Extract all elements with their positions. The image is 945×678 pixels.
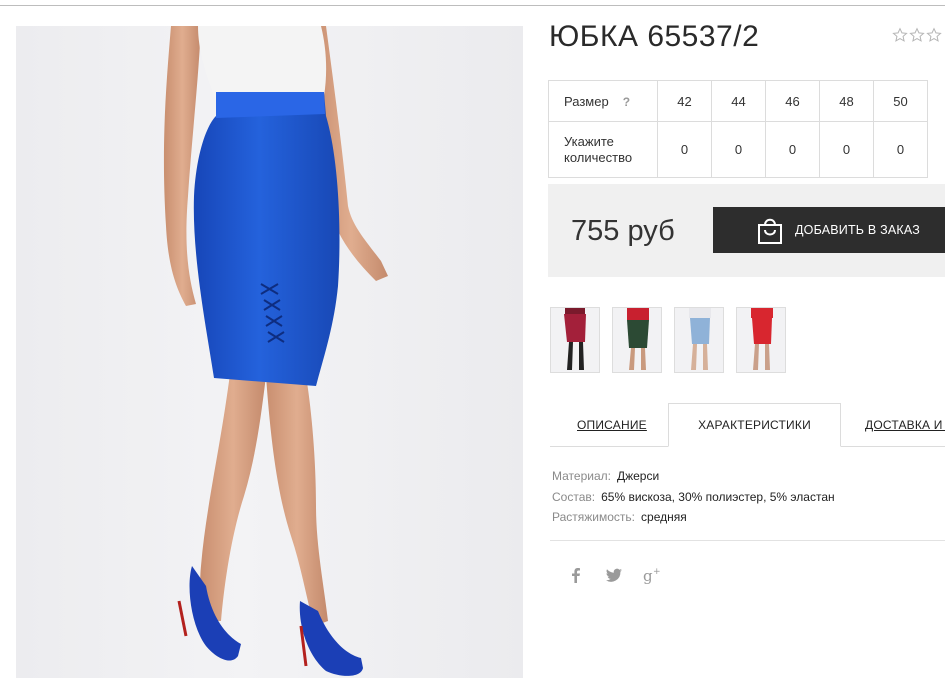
color-variant-thumbnails xyxy=(550,307,786,373)
size-label: Размер xyxy=(564,93,609,109)
add-to-order-button[interactable]: ДОБАВИТЬ В ЗАКАЗ xyxy=(713,207,945,253)
variant-thumbnail[interactable] xyxy=(736,307,786,373)
quantity-input[interactable]: 0 xyxy=(819,121,874,178)
product-title: ЮБКА 65537/2 xyxy=(549,20,760,53)
facebook-icon[interactable] xyxy=(566,565,586,585)
top-divider xyxy=(0,5,945,6)
quantity-input[interactable]: 0 xyxy=(765,121,820,178)
help-icon[interactable]: ? xyxy=(623,95,630,109)
star-icon[interactable] xyxy=(926,27,942,43)
size-cell: 50 xyxy=(873,80,928,122)
variant-thumbnail[interactable] xyxy=(674,307,724,373)
spec-row: Состав: 65% вискоза, 30% полиэстер, 5% эл… xyxy=(552,487,835,508)
main-product-image[interactable] xyxy=(16,26,523,678)
size-cell: 42 xyxy=(657,80,712,122)
add-to-order-label: ДОБАВИТЬ В ЗАКАЗ xyxy=(795,223,921,237)
shopping-bag-icon xyxy=(758,218,782,244)
spec-key: Состав: xyxy=(552,489,596,504)
quantity-label-line2: количество xyxy=(564,149,633,165)
twitter-icon[interactable] xyxy=(604,565,624,585)
spec-value: средняя xyxy=(641,510,687,524)
size-quantity-table: Размер? 42 44 46 48 50 Укажите количество… xyxy=(548,80,928,178)
star-icon[interactable] xyxy=(909,27,925,43)
price-box: 755 руб ДОБАВИТЬ В ЗАКАЗ xyxy=(548,184,945,277)
tab-delivery[interactable]: ДОСТАВКА И ОПЛАТА xyxy=(865,418,945,432)
rating-stars[interactable] xyxy=(892,27,942,43)
google-plus-icon[interactable]: g + xyxy=(642,565,662,585)
product-price: 755 руб xyxy=(571,215,675,247)
quantity-input[interactable]: 0 xyxy=(711,121,766,178)
social-share: g + xyxy=(566,565,662,585)
size-row: Размер? 42 44 46 48 50 xyxy=(548,80,928,122)
svg-text:+: + xyxy=(653,567,661,577)
spec-key: Материал: xyxy=(552,469,611,483)
svg-text:g: g xyxy=(643,567,653,585)
spec-value: 65% вискоза, 30% полиэстер, 5% эластан xyxy=(601,489,835,504)
quantity-label-line1: Укажите xyxy=(564,133,614,149)
quantity-row: Укажите количество 0 0 0 0 0 xyxy=(548,121,928,178)
variant-thumbnail[interactable] xyxy=(612,307,662,373)
star-icon[interactable] xyxy=(892,27,908,43)
tab-characteristics[interactable]: ХАРАКТЕРИСТИКИ xyxy=(668,403,841,447)
spec-value: Джерси xyxy=(616,469,660,483)
size-cell: 46 xyxy=(765,80,820,122)
size-cell: 44 xyxy=(711,80,766,122)
spec-row: Растяжимость: средняя xyxy=(552,507,835,528)
quantity-input[interactable]: 0 xyxy=(657,121,712,178)
spec-row: Материал: Джерси xyxy=(552,466,835,487)
quantity-label-cell: Укажите количество xyxy=(548,121,658,178)
section-divider xyxy=(550,540,945,541)
characteristics-list: Материал: Джерси Состав: 65% вискоза, 30% … xyxy=(552,466,835,528)
quantity-input[interactable]: 0 xyxy=(873,121,928,178)
size-cell: 48 xyxy=(819,80,874,122)
variant-thumbnail[interactable] xyxy=(550,307,600,373)
tab-description[interactable]: ОПИСАНИЕ xyxy=(577,418,647,432)
model-illustration xyxy=(163,26,388,676)
spec-key: Растяжимость: xyxy=(552,510,636,524)
size-label-cell: Размер? xyxy=(548,80,658,122)
